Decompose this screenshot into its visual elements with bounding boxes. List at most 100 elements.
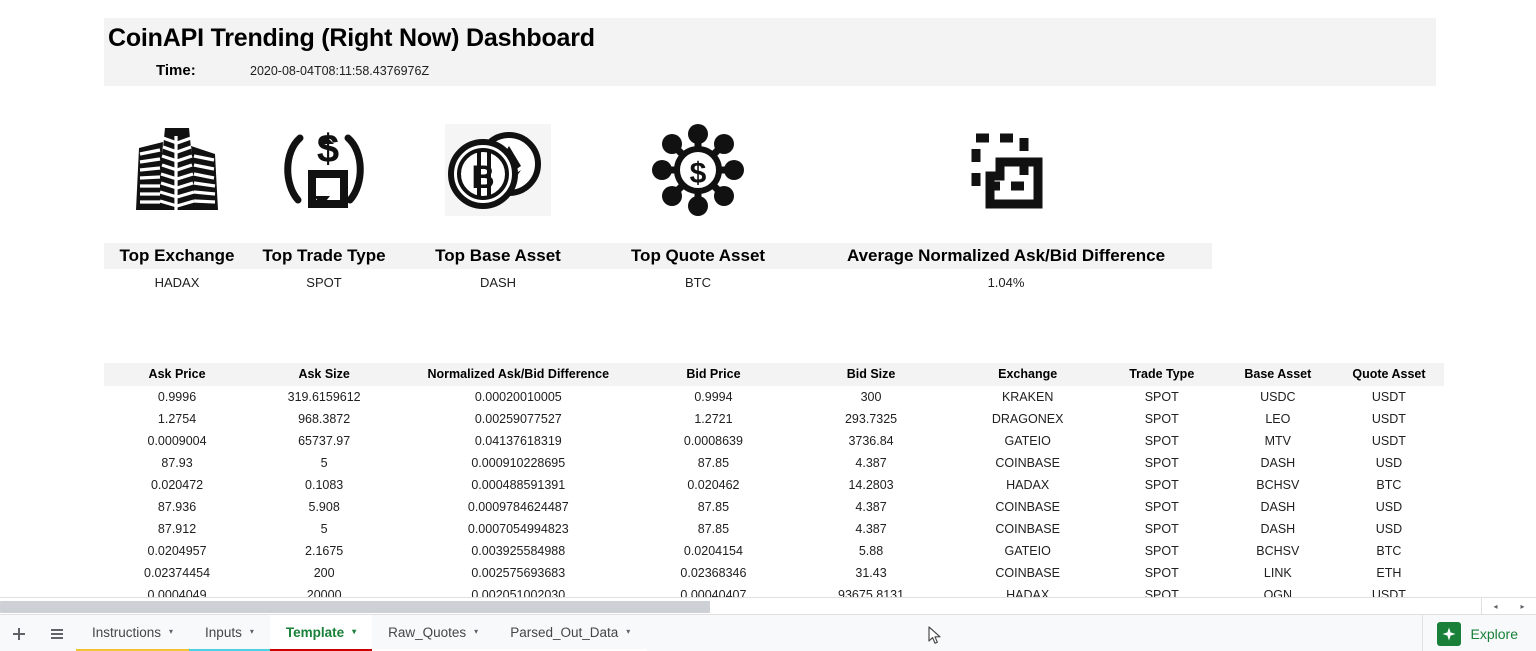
table-cell: COINBASE (953, 562, 1102, 584)
add-sheet-button[interactable] (0, 615, 38, 651)
scroll-left-arrow-icon[interactable]: ◂ (1482, 598, 1509, 614)
table-cell: 0.020462 (638, 474, 789, 496)
table-cell: 87.85 (638, 518, 789, 540)
table-cell: COINBASE (953, 452, 1102, 474)
table-cell: 0.0009004 (104, 430, 251, 452)
table-cell: 0.00020010005 (398, 386, 639, 408)
table-cell: 4.387 (788, 496, 954, 518)
horizontal-scrollbar[interactable]: ◂ ▸ (0, 597, 1536, 615)
scrollbar-track[interactable] (0, 599, 1480, 614)
table-cell: 0.0204957 (104, 540, 251, 562)
table-cell: GATEIO (953, 540, 1102, 562)
crypto-coins-icon: B (445, 124, 551, 216)
shape-difference-icon (971, 133, 1043, 209)
table-cell: DRAGONEX (953, 408, 1102, 430)
table-cell: USDT (1333, 408, 1444, 430)
svg-text:$: $ (317, 127, 339, 171)
table-cell: SPOT (1101, 496, 1222, 518)
table-cell: USD (1333, 452, 1444, 474)
table-cell: 14.2803 (788, 474, 954, 496)
table-row: 1.2754 968.3872 0.00259077527 1.2721 293.732… (104, 408, 1444, 430)
sheet-tab-label: Inputs (205, 624, 242, 640)
chevron-down-icon[interactable]: ▾ (626, 628, 630, 636)
kpi-label-top-base-asset: Top Base Asset (435, 246, 561, 265)
table-cell: 93675.8131 (788, 584, 954, 597)
table-cell: 87.85 (638, 496, 789, 518)
table-cell: 0.0008639 (638, 430, 789, 452)
chevron-down-icon[interactable]: ▾ (474, 628, 478, 636)
table-cell: 0.020472 (104, 474, 251, 496)
table-cell: 4.387 (788, 518, 954, 540)
table-row: 0.0009004 65737.97 0.04137618319 0.0008639 3… (104, 430, 1444, 452)
table-cell: 1.2754 (104, 408, 251, 430)
table-cell: USDT (1333, 430, 1444, 452)
table-cell: USDC (1221, 386, 1334, 408)
table-cell: 87.936 (104, 496, 251, 518)
all-sheets-button[interactable] (38, 615, 76, 651)
table-cell: 0.00040407 (638, 584, 789, 597)
table-cell: SPOT (1101, 386, 1222, 408)
sheet-tab-label: Template (285, 624, 345, 640)
table-row: 0.02374454 200 0.002575693683 0.02368346 31.… (104, 562, 1444, 584)
kpi-icon-top-quote-asset: $ (598, 100, 798, 240)
sheet-canvas[interactable]: CoinAPI Trending (Right Now) Dashboard T… (0, 0, 1536, 597)
explore-label: Explore (1470, 625, 1518, 642)
table-row: 0.0204957 2.1675 0.003925584988 0.0204154 5.… (104, 540, 1444, 562)
table-cell: LINK (1221, 562, 1334, 584)
sheet-tab-label: Instructions (92, 624, 162, 640)
sheet-tab-instructions[interactable]: Instructions ▾ (76, 615, 190, 651)
table-row: 0.9996 319.6159612 0.00020010005 0.9994 300 K… (104, 386, 1444, 408)
table-cell: 5 (250, 452, 399, 474)
scroll-right-arrow-icon[interactable]: ▸ (1509, 598, 1536, 614)
table-cell: SPOT (1101, 452, 1222, 474)
chevron-down-icon[interactable]: ▾ (352, 628, 356, 636)
table-cell: BCHSV (1221, 474, 1334, 496)
table-cell: 31.43 (788, 562, 954, 584)
table-cell: HADAX (953, 474, 1102, 496)
sheet-tab-parsed-out-data[interactable]: Parsed_Out_Data ▾ (494, 615, 647, 651)
table-cell: BTC (1333, 540, 1444, 562)
table-cell: DASH (1221, 452, 1334, 474)
table-cell: 0.9994 (638, 386, 789, 408)
chevron-down-icon[interactable]: ▾ (250, 628, 254, 636)
table-cell: 3736.84 (788, 430, 954, 452)
table-row: 87.912 5 0.0007054994823 87.85 4.387 COINBASE… (104, 518, 1444, 540)
sheet-tab-template[interactable]: Template ▾ (269, 615, 373, 651)
sheet-tab-label: Parsed_Out_Data (510, 624, 619, 640)
sheet-tab-inputs[interactable]: Inputs ▾ (189, 615, 270, 651)
table-cell: USD (1333, 496, 1444, 518)
scrollbar-thumb[interactable] (0, 601, 710, 613)
sheet-tabs-container: Instructions ▾ Inputs ▾ Template ▾ Raw_Quotes ▾… (76, 615, 1422, 651)
explore-button[interactable]: Explore (1421, 615, 1536, 651)
table-cell: 200 (250, 562, 399, 584)
table-cell: 20000 (250, 584, 399, 597)
table-cell: 0.04137618319 (398, 430, 639, 452)
kpi-label-top-trade-type: Top Trade Type (262, 246, 386, 265)
hamburger-menu-icon (51, 628, 63, 639)
table-cell: MTV (1221, 430, 1334, 452)
table-column-header: Trade Type (1101, 363, 1222, 386)
table-cell: 0.0007054994823 (398, 518, 639, 540)
chevron-down-icon[interactable]: ▾ (169, 628, 173, 636)
table-cell: SPOT (1101, 518, 1222, 540)
table-column-header: Ask Price (104, 363, 251, 386)
table-column-header: Bid Size (788, 363, 954, 386)
time-value: 2020-08-04T08:11:58.4376976Z (250, 64, 430, 78)
table-column-header: Normalized Ask/Bid Difference (398, 363, 639, 386)
table-cell: DASH (1221, 518, 1334, 540)
table-cell: 0.0204154 (638, 540, 789, 562)
sheet-tab-raw-quotes[interactable]: Raw_Quotes ▾ (372, 615, 495, 651)
table-header-row: Ask Price Ask Size Normalized Ask/Bid Diff… (104, 363, 1444, 386)
table-cell: ETH (1333, 562, 1444, 584)
kpi-value-average-difference: 1.04% (987, 275, 1025, 290)
kpi-label-average-difference: Average Normalized Ask/Bid Difference (846, 246, 1166, 265)
table-cell: SPOT (1101, 540, 1222, 562)
page-title: CoinAPI Trending (Right Now) Dashboard (108, 24, 595, 52)
table-column-header: Base Asset (1221, 363, 1334, 386)
kpi-value-top-quote-asset: BTC (685, 275, 711, 290)
table-cell: 0.002051002030 (398, 584, 639, 597)
table-cell: 1.2721 (638, 408, 789, 430)
table-row: 0.020472 0.1083 0.000488591391 0.020462 14.2… (104, 474, 1444, 496)
table-cell: SPOT (1101, 474, 1222, 496)
table-cell: 293.7325 (788, 408, 954, 430)
